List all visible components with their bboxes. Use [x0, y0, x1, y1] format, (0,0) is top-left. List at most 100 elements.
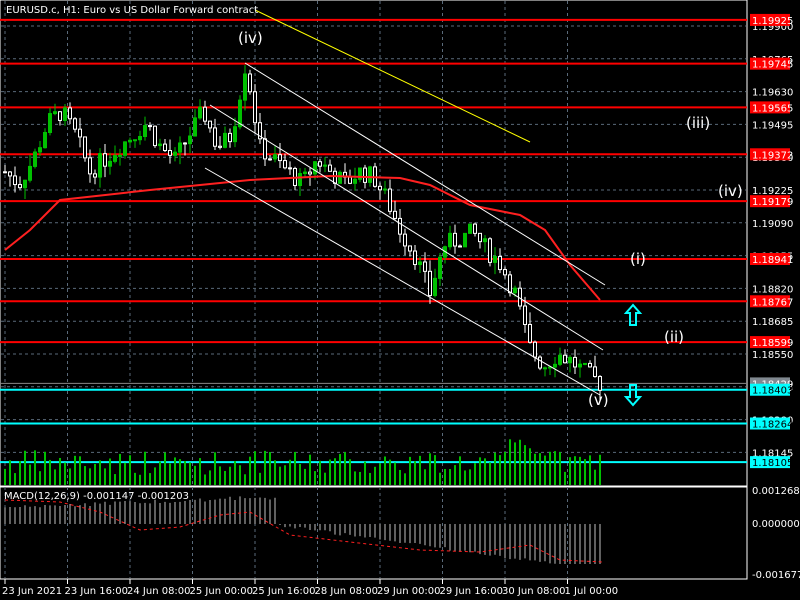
candle-body	[418, 261, 422, 266]
level-price-label: 1.18767	[752, 297, 793, 308]
candle-body	[473, 223, 477, 234]
candle-body	[403, 233, 407, 247]
x-tick-label: 24 Jun 08:00	[127, 586, 191, 597]
level-price-label: 1.19925	[752, 16, 793, 27]
candle-body	[288, 167, 292, 170]
candle-body	[123, 141, 127, 156]
wave-label: (iv)	[718, 182, 743, 200]
candle-body	[63, 107, 67, 121]
chart-window[interactable]: 23 Jun 2021 23 Jun 16:00 24 Jun 08:00 25 Ju…	[0, 0, 800, 600]
candle-body	[333, 170, 337, 184]
candle-body	[243, 73, 247, 101]
wave-label: (ii)	[664, 328, 684, 346]
level-price-label: 1.19565	[752, 103, 793, 114]
candle-body	[218, 145, 222, 148]
candle-body	[188, 135, 192, 145]
candle-body	[453, 232, 457, 247]
price-chart[interactable]: 23 Jun 2021 23 Jun 16:0024 Jun 08:0025 Ju…	[0, 0, 800, 600]
candle-body	[383, 188, 387, 191]
candle-body	[158, 143, 162, 147]
arrow-down-icon	[623, 384, 643, 407]
candle-body	[488, 238, 492, 263]
candle-body	[118, 154, 122, 157]
x-tick-label: 30 Jun 08:00	[502, 586, 566, 597]
candle-body	[208, 120, 212, 129]
x-tick-label: 25 Jun 16:00	[252, 586, 316, 597]
wave-label: (iv)	[238, 29, 263, 47]
candle-body	[173, 151, 177, 156]
candle-body	[18, 184, 22, 189]
y-tick-label: 1.18820	[752, 284, 793, 295]
candle-body	[368, 166, 372, 183]
level-price-label: 1.19745	[752, 60, 793, 71]
candle-body	[8, 171, 12, 177]
candle-body	[298, 173, 302, 187]
candle-body	[538, 356, 542, 369]
candle-body	[503, 269, 507, 276]
level-price-label: 1.18403	[752, 386, 793, 397]
candle-body	[13, 175, 17, 186]
candle-body	[598, 376, 602, 391]
candle-body	[183, 142, 187, 145]
candle-body	[493, 255, 497, 263]
level-price-label: 1.18105	[752, 458, 793, 469]
candle-body	[128, 139, 132, 143]
candle-body	[278, 154, 282, 162]
x-tick-label: 1 Jul 00:00	[565, 586, 619, 597]
x-tick-label: 29 Jun 16:00	[440, 586, 504, 597]
candle-body	[68, 107, 72, 120]
chart-title: EURUSD.c, H1: Euro vs US Dollar Forward …	[6, 5, 258, 16]
candle-body	[283, 160, 287, 169]
level-price-label: 1.19179	[752, 197, 793, 208]
candle-body	[593, 366, 597, 378]
candle-body	[153, 125, 157, 147]
y-tick-label: 1.19495	[752, 120, 793, 131]
candle-body	[433, 277, 437, 296]
candle-body	[303, 171, 307, 175]
candle-body	[163, 143, 167, 152]
candle-body	[448, 232, 452, 248]
candle-body	[553, 363, 557, 368]
candle-body	[248, 73, 252, 93]
candle-body	[53, 111, 57, 115]
candle-body	[273, 154, 277, 160]
candle-body	[33, 151, 37, 167]
candle-body	[478, 232, 482, 243]
y-tick-label: 1.18685	[752, 317, 793, 328]
candle-body	[353, 178, 357, 184]
candle-body	[103, 153, 107, 167]
y-tick-label: 1.19630	[752, 88, 793, 99]
macd-tick-label: -0.001677	[752, 570, 800, 581]
candle-body	[168, 150, 172, 156]
channel-line	[209, 104, 604, 351]
candle-body	[423, 261, 427, 272]
candle-body	[198, 106, 202, 119]
candle-body	[213, 127, 217, 147]
candle-body	[178, 142, 182, 153]
candle-body	[393, 210, 397, 219]
candle-body	[23, 179, 27, 189]
candle-body	[28, 165, 32, 181]
candle-body	[458, 245, 462, 248]
candle-body	[328, 164, 332, 172]
macd-label: MACD(12,26,9) -0.001147 -0.001203	[4, 491, 189, 502]
candle-body	[323, 164, 327, 167]
candle-body	[73, 118, 77, 130]
candle-body	[348, 176, 352, 184]
candle-body	[338, 171, 342, 184]
y-tick-label: 1.18550	[752, 350, 793, 361]
candle-body	[388, 188, 392, 212]
candle-body	[568, 356, 572, 364]
candle-body	[98, 153, 102, 178]
y-tick-label: 1.19090	[752, 219, 793, 230]
macd-tick-label: 0.001268	[752, 486, 800, 497]
candle-body	[513, 287, 517, 294]
candle-body	[398, 217, 402, 235]
candle-body	[58, 111, 62, 121]
candle-body	[148, 125, 152, 128]
candle-body	[408, 245, 412, 252]
candle-body	[113, 155, 117, 162]
candle-body	[223, 132, 227, 148]
candle-body	[93, 173, 97, 178]
candle-body	[588, 362, 592, 368]
